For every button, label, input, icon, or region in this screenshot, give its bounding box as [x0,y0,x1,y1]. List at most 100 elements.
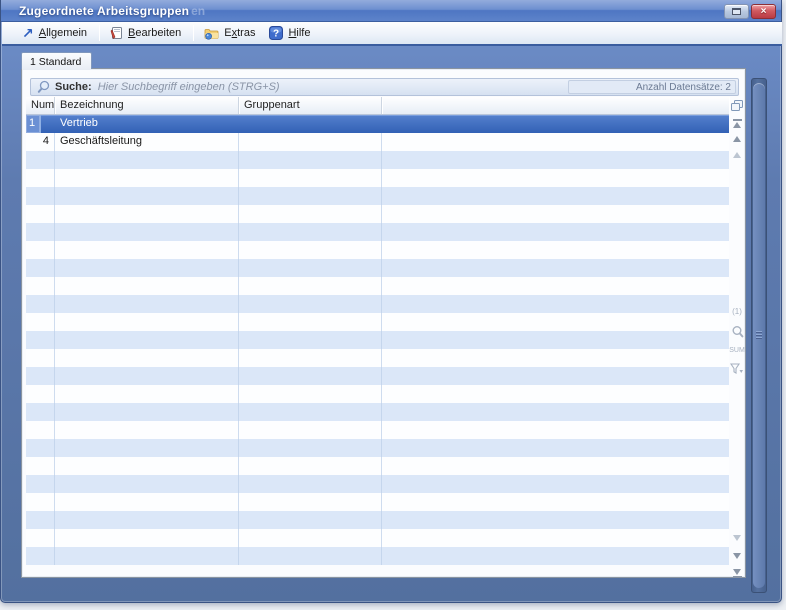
menu-separator [193,25,194,41]
table-row-empty [26,241,729,259]
scroll-up-icon[interactable] [727,152,747,158]
cell-bez [55,385,239,403]
table-row-empty [26,511,729,529]
cell-rest [382,205,729,223]
cell-num: 4 [26,133,55,151]
cell-rest [382,151,729,169]
cell-grp [239,115,382,133]
copy-icon[interactable] [727,99,747,112]
cell-bez [55,349,239,367]
cell-grp [239,511,382,529]
menu-separator [99,25,100,41]
scroll-last-icon[interactable] [727,569,747,578]
cell-bez [55,169,239,187]
table-row-empty [26,475,729,493]
menu-label-allgemein: Allgemein [39,27,87,39]
table-row[interactable]: 1 Vertrieb [26,115,729,133]
column-header-bezeichnung[interactable]: Bezeichnung [55,97,239,114]
cell-num [26,493,55,511]
cell-num [26,439,55,457]
scroll-down-icon[interactable] [727,535,747,541]
filter-icon[interactable] [727,363,747,375]
cell-rest [382,223,729,241]
cell-num [26,187,55,205]
table-row-empty [26,385,729,403]
menu-item-extras[interactable]: Extras [198,25,263,42]
cell-num [26,205,55,223]
menu-item-allgemein[interactable]: ↗ Allgemein [16,25,95,41]
cell-grp [239,205,382,223]
cell-bez [55,403,239,421]
close-button[interactable]: × [751,4,776,19]
cell-num [26,223,55,241]
grid-side-toolbar: (1) SUM [727,97,747,577]
table-row-empty [26,295,729,313]
table-row-empty [26,457,729,475]
zoom-search-icon[interactable] [727,325,747,339]
cell-grp [239,151,382,169]
scroll-first-icon[interactable] [727,119,747,128]
cell-bez [55,277,239,295]
maximize-button[interactable] [724,4,749,19]
cell-num [26,421,55,439]
column-header-gruppenart[interactable]: Gruppenart [239,97,382,114]
tab-standard[interactable]: 1 Standard [21,52,92,69]
cell-num [26,529,55,547]
cell-num [26,295,55,313]
cell-bez [55,439,239,457]
sum-icon[interactable]: SUM [727,347,747,355]
cell-num [26,547,55,565]
cell-bez [55,475,239,493]
vertical-scrollbar[interactable] [751,78,767,593]
cell-rest [382,421,729,439]
cell-num [26,349,55,367]
table-row-empty [26,403,729,421]
cell-bez [55,223,239,241]
search-icon [37,80,50,94]
column-header-num[interactable]: Num [26,97,55,114]
cell-grp [239,529,382,547]
cell-grp [239,187,382,205]
title-bar[interactable]: Zugeordnete Arbeitsgruppen en × [1,0,781,22]
record-counter-icon[interactable]: (1) [727,307,747,316]
search-input[interactable]: Suche: Hier Suchbegriff eingeben (STRG+S… [30,78,739,96]
cell-num [26,511,55,529]
cell-bez [55,457,239,475]
scroll-page-down-icon[interactable] [727,553,747,559]
table-row[interactable]: 4Geschäftsleitung [26,133,729,151]
cell-rest [382,547,729,565]
cell-bez: Vertrieb [55,115,239,133]
table-row-empty [26,313,729,331]
cell-num [26,403,55,421]
focused-cell-badge: 1 [26,115,41,133]
table-row-empty [26,151,729,169]
cell-grp [239,421,382,439]
content-panel: Suche: Hier Suchbegriff eingeben (STRG+S… [21,68,746,578]
table-row-empty [26,493,729,511]
cell-bez [55,367,239,385]
cell-grp [239,403,382,421]
cell-grp [239,493,382,511]
cell-rest [382,385,729,403]
search-placeholder: Hier Suchbegriff eingeben (STRG+S) [98,81,568,93]
scrollbar-thumb[interactable] [753,83,765,588]
table-row-empty [26,367,729,385]
cell-num [26,277,55,295]
cell-num [26,313,55,331]
column-header-empty [382,97,729,114]
table-row-empty [26,529,729,547]
arrow-ne-icon: ↗ [22,27,34,39]
help-icon: ? [269,26,283,40]
cell-bez [55,241,239,259]
scroll-page-up-icon[interactable] [727,136,747,142]
cell-bez [55,421,239,439]
cell-rest [382,169,729,187]
cell-grp [239,331,382,349]
cell-rest [382,259,729,277]
cell-grp [239,169,382,187]
menu-item-hilfe[interactable]: ? Hilfe [263,24,318,42]
cell-grp [239,223,382,241]
menu-item-bearbeiten[interactable]: Bearbeiten [104,24,189,42]
table-row-empty [26,439,729,457]
folder-icon [204,27,219,40]
